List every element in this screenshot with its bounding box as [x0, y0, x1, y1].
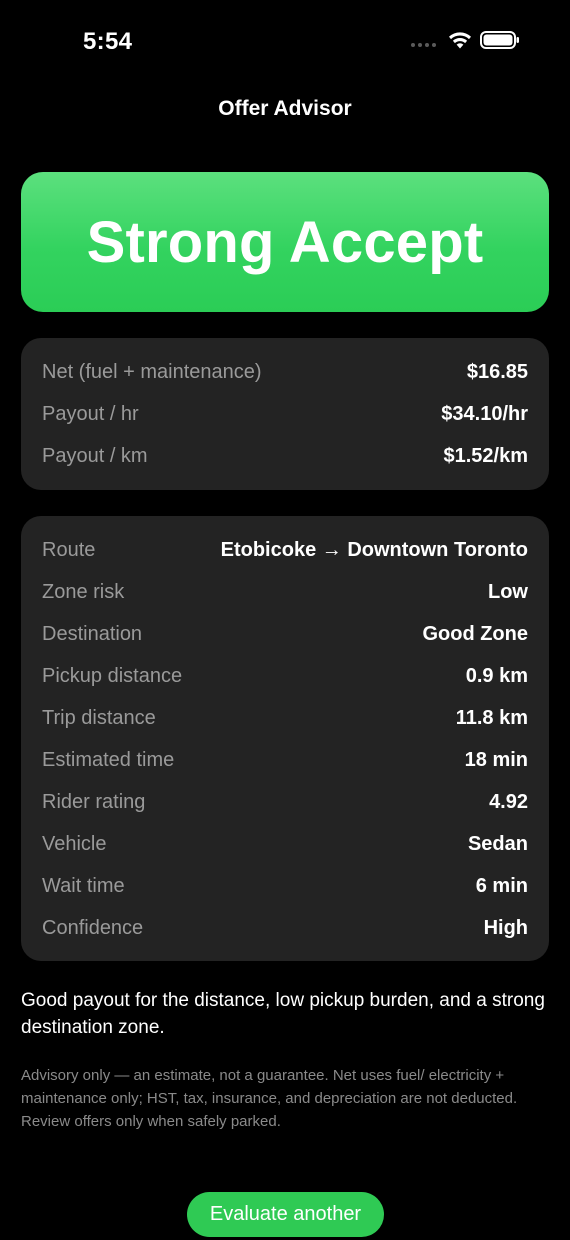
detail-row-confidence: Confidence High	[42, 907, 528, 949]
route-label: Route	[42, 538, 96, 561]
page-title: Offer Advisor	[218, 97, 352, 120]
detail-row-vehicle: Vehicle Sedan	[42, 823, 528, 865]
economics-row-payout-hr: Payout / hr $34.10/hr	[42, 393, 528, 435]
vehicle-label: Vehicle	[42, 832, 107, 855]
status-icons	[411, 30, 520, 50]
payout-hr-label: Payout / hr	[42, 402, 139, 425]
status-bar: 5:54	[0, 0, 570, 86]
detail-row-wait-time: Wait time 6 min	[42, 865, 528, 907]
zone-risk-value: Low	[488, 580, 528, 603]
detail-row-destination: Destination Good Zone	[42, 613, 528, 655]
payout-km-value: $1.52/km	[443, 444, 528, 467]
recommendation-summary: Good payout for the distance, low pickup…	[21, 990, 545, 1038]
destination-value: Good Zone	[422, 622, 528, 645]
cellular-signal-icon	[411, 43, 436, 47]
confidence-label: Confidence	[42, 916, 144, 939]
status-time: 5:54	[83, 28, 133, 55]
net-value: $16.85	[466, 360, 528, 383]
confidence-value: High	[483, 916, 528, 939]
payout-hr-value: $34.10/hr	[441, 402, 528, 425]
trip-details-card: Route Etobicoke → Downtown Toronto Zone …	[21, 516, 549, 961]
pickup-distance-label: Pickup distance	[42, 664, 183, 687]
evaluate-another-button[interactable]: Evaluate another	[187, 1192, 384, 1237]
wait-time-label: Wait time	[42, 874, 125, 897]
rider-rating-label: Rider rating	[42, 790, 146, 813]
net-label: Net (fuel + maintenance)	[42, 360, 262, 383]
wifi-icon	[449, 32, 471, 49]
estimated-time-value: 18 min	[464, 748, 528, 771]
destination-label: Destination	[42, 622, 143, 645]
economics-card: Net (fuel + maintenance) $16.85 Payout /…	[21, 338, 549, 490]
vehicle-value: Sedan	[467, 832, 528, 855]
economics-row-net: Net (fuel + maintenance) $16.85	[42, 351, 528, 393]
estimated-time-label: Estimated time	[42, 748, 175, 771]
rider-rating-value: 4.92	[489, 790, 528, 813]
detail-row-trip-distance: Trip distance 11.8 km	[42, 697, 528, 739]
detail-row-pickup-distance: Pickup distance 0.9 km	[42, 655, 528, 697]
verdict-label: Strong Accept	[86, 209, 484, 275]
disclaimer-text: Advisory only — an estimate, not a guara…	[21, 1067, 518, 1130]
detail-row-estimated-time: Estimated time 18 min	[42, 739, 528, 781]
payout-km-label: Payout / km	[42, 444, 148, 467]
battery-icon	[480, 31, 519, 49]
zone-risk-label: Zone risk	[42, 580, 125, 603]
detail-row-rider-rating: Rider rating 4.92	[42, 781, 528, 823]
detail-row-zone-risk: Zone risk Low	[42, 571, 528, 613]
wait-time-value: 6 min	[475, 874, 528, 897]
pickup-distance-value: 0.9 km	[465, 664, 528, 687]
economics-row-payout-km: Payout / km $1.52/km	[42, 435, 528, 477]
verdict-banner: Strong Accept	[21, 172, 549, 312]
route-value: Etobicoke → Downtown Toronto	[220, 538, 528, 561]
trip-distance-label: Trip distance	[42, 706, 156, 729]
trip-distance-value: 11.8 km	[455, 706, 528, 729]
detail-row-route: Route Etobicoke → Downtown Toronto	[42, 529, 528, 571]
